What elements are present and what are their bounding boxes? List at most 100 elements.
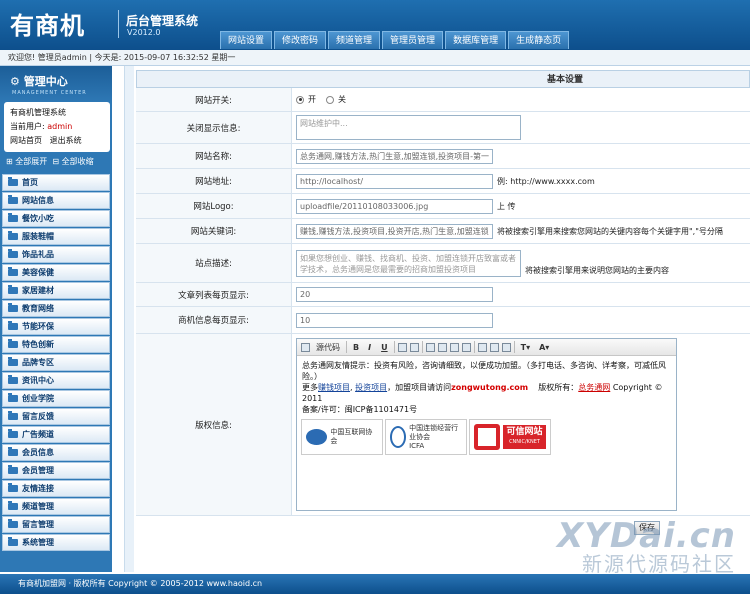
keywords-hint: 将被搜索引擎用来搜索您网站的关键内容每个关键字用","号分隔 (497, 226, 723, 236)
sidebar-item[interactable]: 饰品礼品 (2, 246, 110, 263)
collapse-all-button[interactable]: ⊟ 全部收缩 (52, 157, 93, 166)
description-textarea[interactable]: 如果您想创业、赚钱、找商机、投资、加盟连锁开店致富或者学技术，总务通网是您最需要… (296, 249, 521, 277)
folder-icon (8, 429, 18, 438)
bg-color-dropdown[interactable]: A▾ (536, 341, 552, 353)
save-button[interactable]: 保存 (634, 521, 660, 535)
align-left-icon[interactable] (425, 342, 435, 352)
sidebar-item-label: 餐饮小吃 (22, 214, 54, 223)
form-title: 基本设置 (136, 70, 750, 88)
sidebar-item-label: 广告频道 (22, 430, 54, 439)
logout-link[interactable]: 退出系统 (50, 136, 82, 145)
sidebar-item[interactable]: 家居建材 (2, 282, 110, 299)
label-site-logo: 网站Logo: (136, 194, 292, 218)
label-description: 站点描述: (136, 244, 292, 282)
sidebar-item[interactable]: 品牌专区 (2, 354, 110, 371)
tab-database-manage[interactable]: 数据库管理 (445, 31, 507, 49)
sidebar-item-label: 节能环保 (22, 322, 54, 331)
unordered-list-icon[interactable] (409, 342, 419, 352)
sidebar-item[interactable]: 创业学院 (2, 390, 110, 407)
unlink-icon[interactable] (501, 342, 511, 352)
tab-change-password[interactable]: 修改密码 (274, 31, 327, 49)
sidebar-item[interactable]: 留言管理 (2, 516, 110, 533)
row-site-url: 网站地址: http://localhost/ 例: http://www.xx… (136, 169, 750, 194)
image-icon[interactable] (477, 342, 487, 352)
site-url-input[interactable]: http://localhost/ (296, 173, 493, 189)
site-name-input[interactable]: 总务通网,赚钱方法,热门生意,加盟连锁,投资项目-第一 (296, 148, 493, 164)
sidebar-item[interactable]: 会员管理 (2, 462, 110, 479)
editor-body[interactable]: 总务通网友情提示：投资有风险，咨询请细致，以便成功加盟。（多打电话、多咨询、详考… (297, 356, 676, 419)
source-button[interactable]: 源代码 (313, 341, 343, 353)
folder-icon (8, 249, 18, 258)
label-close-message: 关闭显示信息: (136, 112, 292, 143)
biz-per-page-input[interactable]: 10 (296, 312, 493, 328)
align-right-icon[interactable] (449, 342, 459, 352)
sidebar-item[interactable]: 教育网络 (2, 300, 110, 317)
site-home-link[interactable]: 网站首页 (10, 136, 42, 145)
sidebar-item[interactable]: 留言反馈 (2, 408, 110, 425)
expand-all-button[interactable]: ⊞ 全部展开 (6, 157, 47, 166)
tab-generate-static[interactable]: 生成静态页 (508, 31, 570, 49)
label-biz-per-page: 商机信息每页显示: (136, 307, 292, 333)
source-icon[interactable] (301, 342, 310, 352)
sidebar-item-label: 饰品礼品 (22, 250, 54, 259)
sidebar-item[interactable]: 节能环保 (2, 318, 110, 335)
article-per-page-input[interactable]: 20 (296, 287, 493, 302)
isc-logo: 中国互联网协会 (301, 419, 383, 455)
folder-icon (8, 501, 18, 510)
link-money-project[interactable]: 赚钱项目 (318, 383, 350, 392)
sidebar-item-label: 频道管理 (22, 502, 54, 511)
sidebar-item[interactable]: 广告频道 (2, 426, 110, 443)
top-nav: 网站设置 修改密码 频道管理 管理员管理 数据库管理 生成静态页 (220, 31, 570, 49)
current-user-line: 当前用户: admin (10, 122, 73, 131)
current-user: admin (47, 122, 73, 131)
sidebar-item[interactable]: 频道管理 (2, 498, 110, 515)
link-invest-project[interactable]: 投资项目 (355, 383, 387, 392)
editor-line-2: 更多赚钱项目, 投资项目，加盟项目请访问zongwutong.com 版权所有：… (302, 383, 663, 403)
sidebar-item-label: 美容保健 (22, 268, 54, 277)
tab-site-settings[interactable]: 网站设置 (220, 31, 273, 49)
sidebar-splitter[interactable] (112, 66, 136, 572)
sidebar-item[interactable]: 资讯中心 (2, 372, 110, 389)
sidebar-item[interactable]: 特色创新 (2, 336, 110, 353)
radio-close[interactable] (326, 95, 334, 104)
editor-line-1: 总务通网友情提示：投资有风险，咨询请细致，以便成功加盟。（多打电话、多咨询、详考… (302, 361, 666, 381)
sidebar-item[interactable]: 友情连接 (2, 480, 110, 497)
folder-icon (8, 339, 18, 348)
domain-text: zongwutong.com (451, 383, 529, 392)
tab-channel-manage[interactable]: 频道管理 (328, 31, 381, 49)
sidebar-item[interactable]: 美容保健 (2, 264, 110, 281)
ordered-list-icon[interactable] (397, 342, 407, 352)
sidebar-item[interactable]: 服装鞋帽 (2, 228, 110, 245)
system-version: V2012.0 (127, 28, 161, 37)
sidebar-item[interactable]: 网站信息 (2, 192, 110, 209)
row-site-logo: 网站Logo: uploadfile/20110108033006.jpg 上 … (136, 194, 750, 219)
upload-button[interactable]: 上 传 (497, 201, 516, 212)
folder-icon (8, 267, 18, 276)
sidebar-item-label: 友情连接 (22, 484, 54, 493)
site-logo-input[interactable]: uploadfile/20110108033006.jpg (296, 198, 493, 214)
sidebar-item[interactable]: 会员信息 (2, 444, 110, 461)
welcome-bar: 欢迎您! 管理员admin | 今天是: 2015-09-07 16:32:52… (0, 50, 750, 66)
italic-button[interactable]: I (365, 341, 375, 353)
splitter-bar[interactable] (124, 66, 134, 572)
radio-open[interactable] (296, 95, 304, 104)
keywords-input[interactable]: 赚钱,赚钱方法,投资项目,投资开店,热门生意,加盟连锁 (296, 223, 493, 239)
bold-button[interactable]: B (350, 341, 362, 353)
sidebar-item[interactable]: 首页 (2, 174, 110, 191)
underline-button[interactable]: U (378, 341, 391, 353)
row-article-per-page: 文章列表每页显示: 20 (136, 283, 750, 307)
folder-icon (8, 537, 18, 546)
sidebar-item-label: 会员管理 (22, 466, 54, 475)
link-icon[interactable] (489, 342, 499, 352)
logo: 有商机 (10, 11, 85, 40)
folder-icon (8, 231, 18, 240)
close-message-textarea[interactable]: 网站维护中... (296, 115, 521, 140)
sidebar-item[interactable]: 餐饮小吃 (2, 210, 110, 227)
align-justify-icon[interactable] (461, 342, 471, 352)
align-center-icon[interactable] (437, 342, 447, 352)
tab-admin-manage[interactable]: 管理员管理 (382, 31, 444, 49)
sidebar-item[interactable]: 系统管理 (2, 534, 110, 551)
owner-link[interactable]: 总务通网 (578, 383, 610, 392)
text-color-dropdown[interactable]: T▾ (518, 341, 533, 353)
folder-icon (8, 393, 18, 402)
